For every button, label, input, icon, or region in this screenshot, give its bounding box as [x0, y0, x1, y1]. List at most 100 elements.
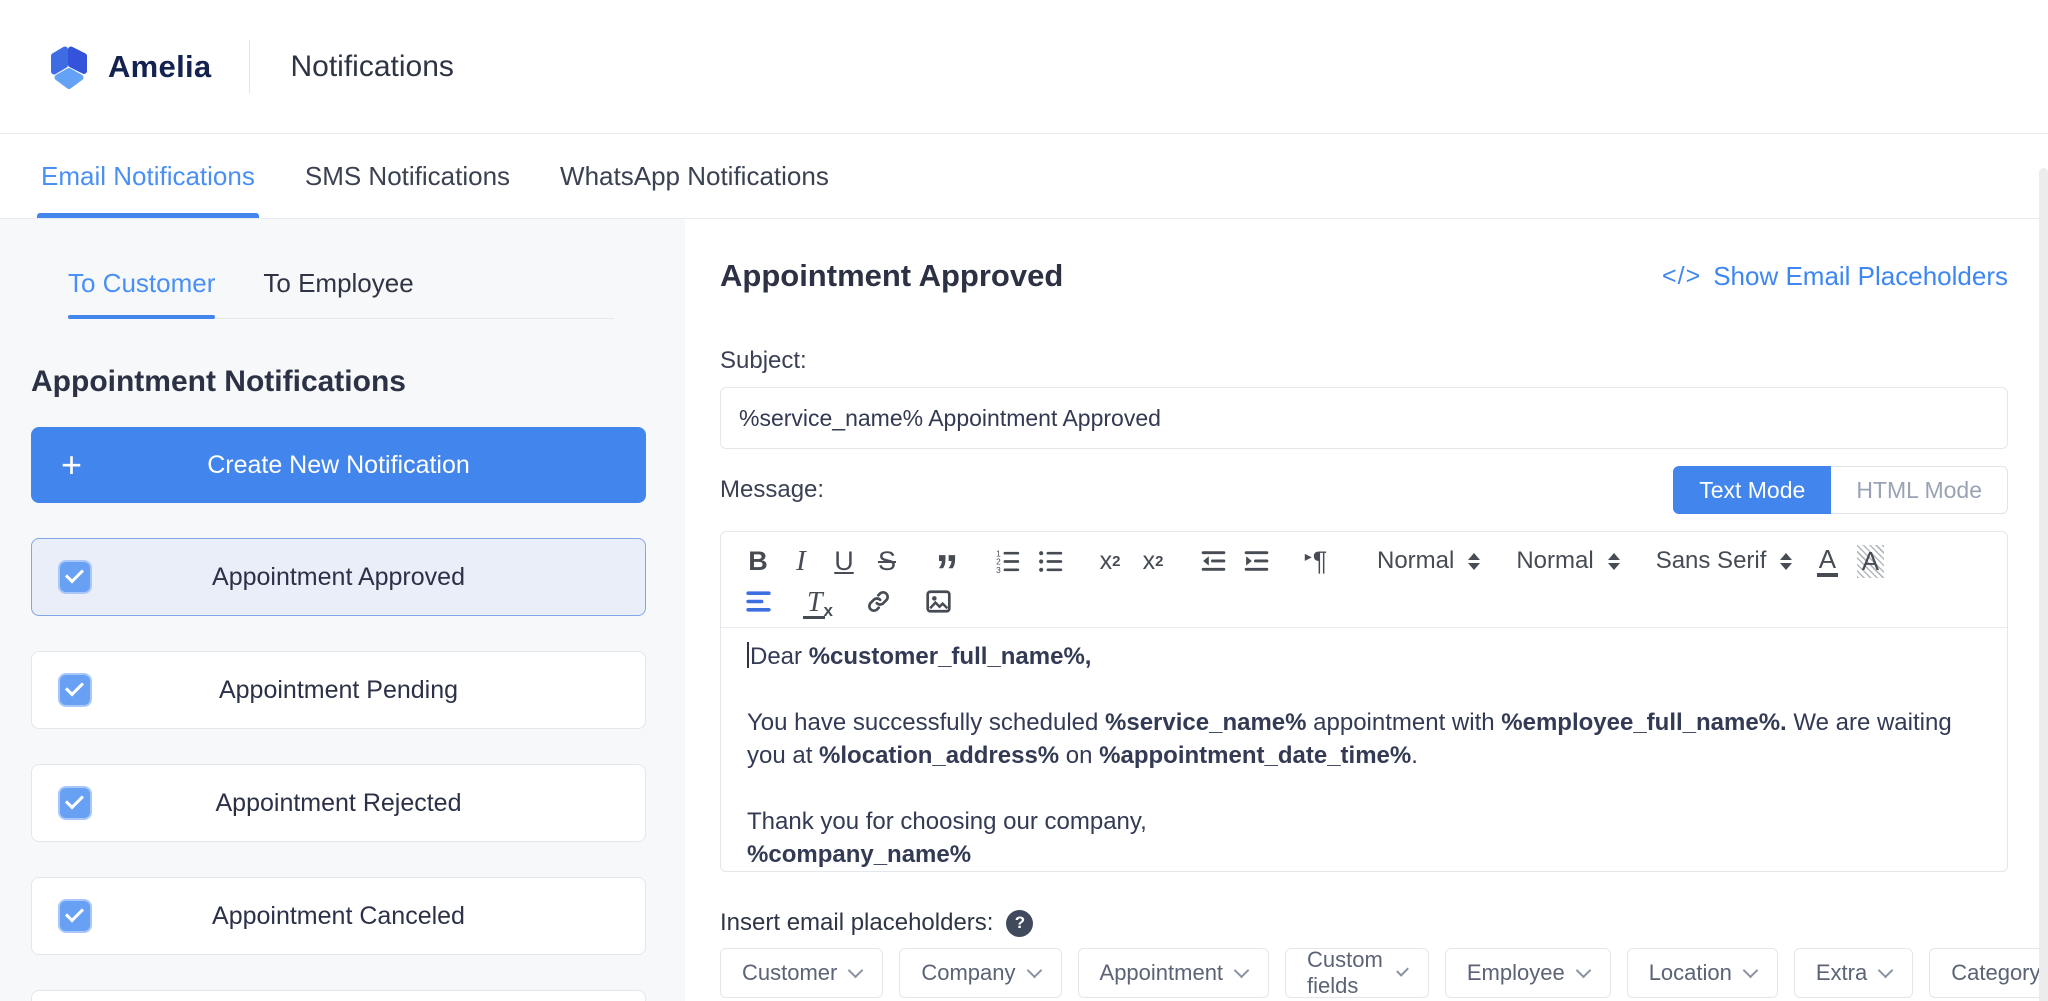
placeholder-group-buttons: Customer Company Appointment Custom fiel…: [720, 948, 2008, 998]
text-color-icon: A: [1817, 546, 1838, 577]
section-title: Appointment Notifications: [31, 364, 646, 400]
align-left-icon: [745, 588, 772, 615]
recipient-tabs: To Customer To Employee: [68, 219, 614, 319]
font-picker[interactable]: Sans Serif: [1656, 547, 1793, 575]
text-cursor: [747, 642, 749, 668]
amelia-logo-icon: [44, 41, 94, 93]
updown-arrows-icon: [1780, 553, 1792, 570]
bold-button[interactable]: B: [741, 543, 775, 579]
header-divider: [249, 40, 250, 94]
text-mode-label: Text Mode: [1699, 477, 1805, 504]
placeholder-dropdown-employee[interactable]: Employee: [1445, 948, 1611, 998]
tab-label: To Customer: [68, 268, 215, 298]
placeholder-dropdown-company[interactable]: Company: [899, 948, 1061, 998]
tab-to-customer[interactable]: To Customer: [68, 268, 215, 318]
notification-item-partial[interactable]: [31, 990, 646, 1001]
ordered-list-icon: 123: [994, 548, 1021, 575]
notification-item-appointment-approved[interactable]: Appointment Approved: [31, 538, 646, 616]
checkbox-checked-icon[interactable]: [58, 673, 92, 707]
message-paragraph: Dear %customer_full_name%,: [747, 640, 1981, 673]
indent-button[interactable]: [1239, 543, 1273, 579]
chevron-down-icon: [1234, 962, 1250, 978]
superscript-button[interactable]: x2: [1136, 543, 1170, 579]
header-picker[interactable]: Normal: [1516, 547, 1619, 575]
link-button[interactable]: [861, 583, 895, 619]
placeholder-dropdown-appointment[interactable]: Appointment: [1078, 948, 1270, 998]
clean-format-button[interactable]: T x: [801, 583, 835, 619]
tab-email-notifications[interactable]: Email Notifications: [41, 135, 255, 218]
text-color-button[interactable]: A: [1810, 543, 1844, 579]
underline-button[interactable]: U: [827, 543, 861, 579]
notification-editor-panel: Appointment Approved </> Show Email Plac…: [685, 219, 2048, 1001]
brand-name: Amelia: [108, 49, 211, 85]
tab-label: Email Notifications: [41, 161, 255, 192]
create-new-notification-button[interactable]: + Create New Notification: [31, 427, 646, 503]
notification-item-appointment-canceled[interactable]: Appointment Canceled: [31, 877, 646, 955]
outdent-button[interactable]: [1196, 543, 1230, 579]
tab-label: To Employee: [263, 268, 413, 298]
image-icon: [925, 588, 952, 615]
tab-label: SMS Notifications: [305, 161, 510, 192]
subscript-button[interactable]: x2: [1093, 543, 1127, 579]
outdent-icon: [1200, 548, 1227, 575]
checkbox-checked-icon[interactable]: [58, 560, 92, 594]
notification-label: Appointment Approved: [212, 563, 465, 592]
indent-icon: [1243, 548, 1270, 575]
page-title: Notifications: [290, 50, 453, 84]
direction-arrow-icon: ▸: [1305, 549, 1312, 565]
notification-label: Appointment Rejected: [216, 789, 462, 818]
bullet-list-button[interactable]: [1033, 543, 1067, 579]
notification-title: Appointment Approved: [720, 258, 1063, 294]
notification-item-appointment-pending[interactable]: Appointment Pending: [31, 651, 646, 729]
tab-sms-notifications[interactable]: SMS Notifications: [305, 135, 510, 218]
align-button[interactable]: [741, 583, 775, 619]
blockquote-button[interactable]: ”: [930, 533, 964, 589]
chevron-down-icon: [1743, 962, 1759, 978]
text-mode-button[interactable]: Text Mode: [1673, 466, 1831, 514]
chevron-down-icon: [1397, 964, 1410, 977]
clean-format-icon: T: [803, 590, 825, 619]
image-button[interactable]: [921, 583, 955, 619]
tab-to-employee[interactable]: To Employee: [263, 268, 413, 318]
checkbox-checked-icon[interactable]: [58, 899, 92, 933]
link-icon: [865, 588, 892, 615]
header-picker-value: Normal: [1516, 547, 1593, 575]
message-label: Message:: [720, 476, 824, 504]
code-icon: </>: [1662, 262, 1701, 291]
tab-whatsapp-notifications[interactable]: WhatsApp Notifications: [560, 135, 829, 218]
ordered-list-button[interactable]: 123: [990, 543, 1024, 579]
html-mode-button[interactable]: HTML Mode: [1831, 466, 2008, 514]
italic-button[interactable]: I: [784, 543, 818, 579]
bullet-list-icon: [1037, 548, 1064, 575]
editor-mode-toggle: Text Mode HTML Mode: [1673, 466, 2008, 514]
message-paragraph: You have successfully scheduled %service…: [747, 706, 1981, 772]
background-color-button[interactable]: A: [1853, 543, 1887, 579]
rich-text-editor: B I U S ” 123 x2: [720, 531, 2008, 872]
subject-input[interactable]: [720, 387, 2008, 449]
insert-placeholders-label: Insert email placeholders:: [720, 909, 993, 937]
font-picker-value: Sans Serif: [1656, 547, 1767, 575]
notification-channel-tabs: Email Notifications SMS Notifications Wh…: [0, 135, 2048, 219]
text-direction-button[interactable]: ▸ ¶: [1299, 543, 1333, 579]
show-email-placeholders-link[interactable]: </> Show Email Placeholders: [1662, 261, 2008, 292]
tab-label: WhatsApp Notifications: [560, 161, 829, 192]
chevron-down-icon: [1878, 962, 1894, 978]
chevron-down-icon: [848, 962, 864, 978]
placeholder-dropdown-custom-fields[interactable]: Custom fields: [1285, 948, 1429, 998]
notification-item-appointment-rejected[interactable]: Appointment Rejected: [31, 764, 646, 842]
message-body-editor[interactable]: Dear %customer_full_name%, You have succ…: [721, 628, 2007, 871]
html-mode-label: HTML Mode: [1856, 477, 1982, 504]
message-line: Thank you for choosing our company,: [747, 808, 1147, 835]
strikethrough-button[interactable]: S: [870, 543, 904, 579]
placeholder-dropdown-location[interactable]: Location: [1627, 948, 1778, 998]
page-scrollbar[interactable]: [2039, 168, 2048, 1001]
placeholder-dropdown-customer[interactable]: Customer: [720, 948, 883, 998]
checkbox-checked-icon[interactable]: [58, 786, 92, 820]
help-icon[interactable]: ?: [1006, 910, 1033, 937]
placeholder-dropdown-extra[interactable]: Extra: [1794, 948, 1913, 998]
size-picker[interactable]: Normal: [1377, 547, 1480, 575]
editor-toolbar: B I U S ” 123 x2: [721, 532, 2007, 628]
notification-label: Appointment Pending: [219, 676, 458, 705]
subject-label: Subject:: [720, 347, 2008, 375]
placeholder-dropdown-category[interactable]: Category: [1929, 948, 2048, 998]
